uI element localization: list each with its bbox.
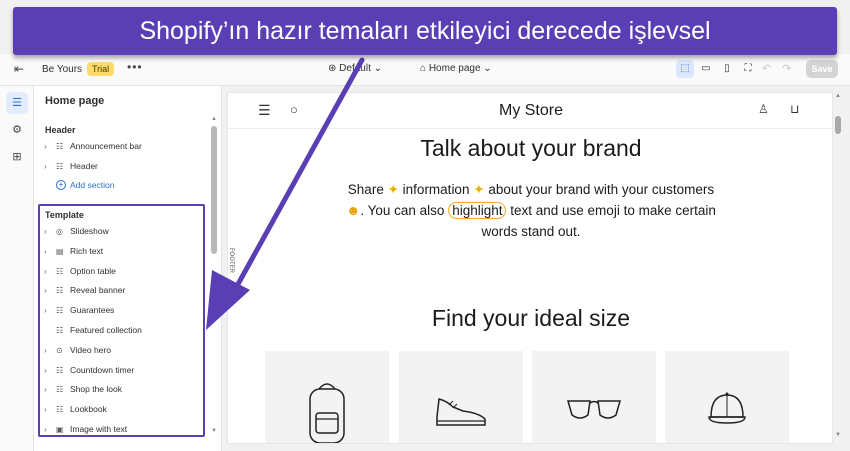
add-section-label: Add section — [70, 180, 115, 190]
undo-icon[interactable]: ↶ — [762, 62, 771, 75]
body-text-2: information — [402, 182, 470, 197]
preview-scrollbar[interactable] — [835, 116, 841, 134]
more-actions-button[interactable]: ••• — [127, 60, 143, 74]
smile-emoji-icon: ☻ — [346, 203, 361, 218]
editor-topbar: ⇤ Be Yours Trial ••• ⊛ Default ⌄ ⌂ Home … — [0, 54, 850, 86]
body-text-5: text and use emoji to make certain words… — [481, 203, 716, 239]
sections-icon[interactable]: ☰ — [6, 92, 28, 114]
sidebar-item-header[interactable]: › ☷ Header — [44, 158, 98, 174]
header-group-label: Header — [45, 125, 76, 135]
body-text-1: Share — [347, 182, 384, 197]
sunglasses-icon — [567, 400, 621, 419]
section-icon: ☷ — [56, 161, 64, 171]
rich-text-heading: Talk about your brand — [420, 135, 642, 161]
footer-side-label: FOOTER — [228, 248, 234, 273]
theme-preset-label: Default — [339, 63, 371, 74]
exit-icon[interactable]: ⇤ — [14, 62, 24, 76]
rich-text-body: Share ✦ information ✦ about your brand w… — [338, 179, 724, 242]
settings-gear-icon[interactable]: ⚙ — [6, 119, 28, 141]
section-icon: ☷ — [56, 141, 64, 151]
page-selector-label: Home page — [428, 63, 481, 74]
desktop-icon[interactable]: ▭ — [697, 60, 715, 78]
chevron-right-icon[interactable]: › — [44, 162, 56, 171]
template-highlight-box — [38, 204, 205, 437]
product-card-sunglasses[interactable] — [532, 351, 656, 443]
sidebar-scrollbar[interactable] — [211, 126, 217, 254]
sidebar-scroll-down-icon[interactable]: ▼ — [211, 428, 217, 434]
sneaker-icon — [436, 398, 486, 426]
chevron-right-icon[interactable]: › — [44, 142, 56, 151]
redo-icon[interactable]: ↷ — [782, 62, 791, 75]
backpack-icon — [309, 383, 345, 443]
mobile-icon[interactable]: ▯ — [718, 60, 736, 78]
theme-name: Be Yours — [42, 64, 83, 75]
page-selector[interactable]: ⌂ Home page ⌄ — [420, 63, 492, 74]
preview-scroll-up-icon[interactable]: ▲ — [835, 93, 841, 99]
body-text-3: about your brand with your customers — [488, 182, 715, 197]
product-card-backpack[interactable] — [265, 351, 389, 443]
store-header: ☰ ○ My Store ♙ ⊔ — [228, 93, 832, 129]
cart-icon[interactable]: ⊔ — [790, 102, 799, 116]
editor-rail: ☰ ⚙ ⊞ — [0, 86, 34, 451]
title-banner: Shopify’ın hazır temaları etkileyici der… — [13, 7, 837, 55]
add-section-button[interactable]: + Add section — [56, 180, 114, 190]
viewport-switcher: ⬚ ▭ ▯ ⛶ — [676, 60, 757, 78]
sidebar-item-label: Header — [70, 161, 98, 171]
body-text-4: . You can also — [360, 203, 445, 218]
account-icon[interactable]: ♙ — [758, 102, 769, 116]
sidebar-item-announcement-bar[interactable]: › ☷ Announcement bar — [44, 138, 142, 154]
trial-badge: Trial — [87, 62, 115, 76]
fullscreen-icon[interactable]: ⛶ — [739, 60, 757, 78]
sidebar-item-label: Announcement bar — [70, 141, 142, 151]
product-card-sneaker[interactable] — [399, 351, 523, 443]
theme-preset-selector[interactable]: ⊛ Default ⌄ — [328, 63, 382, 74]
store-preview: ☰ ○ My Store ♙ ⊔ FOOTER Talk about your … — [227, 92, 833, 444]
sparkle-emoji-icon: ✦ — [473, 182, 485, 197]
inspector-icon[interactable]: ⬚ — [676, 60, 694, 78]
product-card-cap[interactable] — [665, 351, 789, 443]
plus-circle-icon: + — [56, 180, 66, 190]
sidebar-title: Home page — [45, 95, 105, 107]
sidebar-scroll-up-icon[interactable]: ▲ — [211, 116, 217, 122]
save-button[interactable]: Save — [806, 60, 838, 78]
size-section-heading: Find your ideal size — [431, 305, 631, 331]
sparkle-emoji-icon: ✦ — [387, 182, 399, 197]
cap-icon — [708, 392, 746, 424]
apps-icon[interactable]: ⊞ — [6, 146, 28, 168]
store-name[interactable]: My Store — [228, 102, 832, 120]
theme-editor-window: ⇤ Be Yours Trial ••• ⊛ Default ⌄ ⌂ Home … — [0, 0, 850, 451]
highlighted-word: highlight — [448, 202, 507, 219]
preview-scroll-down-icon[interactable]: ▼ — [835, 432, 841, 438]
